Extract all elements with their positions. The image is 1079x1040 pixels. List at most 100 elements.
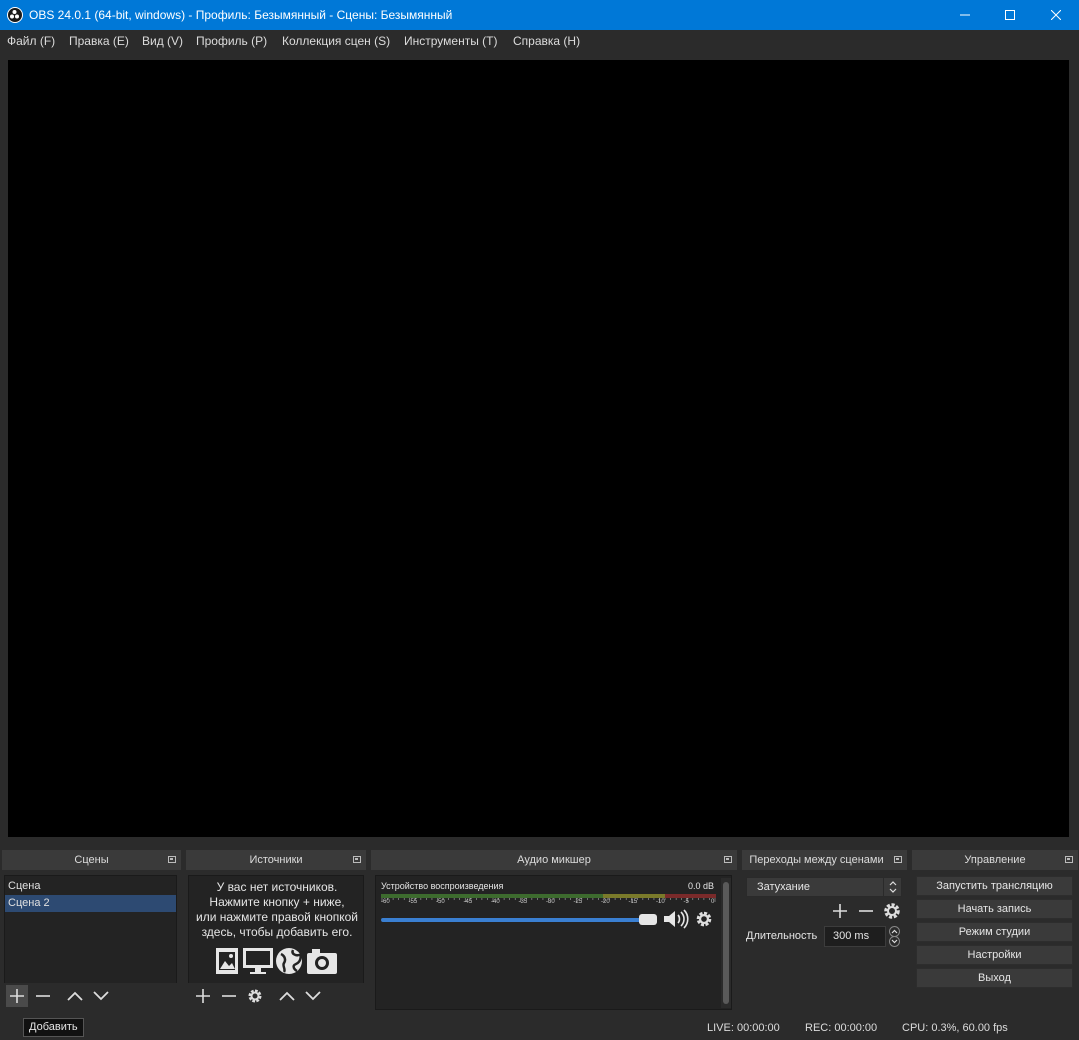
add-source-button[interactable] bbox=[192, 985, 214, 1007]
duration-label: Длительность bbox=[746, 930, 818, 942]
chevron-down-icon bbox=[93, 991, 109, 1001]
menu-view[interactable]: Вид (V) bbox=[142, 34, 183, 48]
audio-scrollbar[interactable] bbox=[721, 878, 731, 1008]
preview-canvas[interactable] bbox=[8, 60, 1069, 837]
scenes-title-label: Сцены bbox=[74, 854, 109, 866]
sources-dock-title: Источники bbox=[186, 850, 366, 870]
image-icon bbox=[216, 948, 238, 974]
maximize-icon bbox=[1005, 10, 1015, 20]
meter-scale-label: -25 bbox=[573, 899, 583, 905]
move-source-down-button[interactable] bbox=[302, 985, 324, 1007]
settings-button[interactable]: Настройки bbox=[916, 945, 1073, 965]
minus-icon bbox=[36, 995, 50, 997]
monitor-icon bbox=[243, 948, 273, 974]
meter-scale-label: -40 bbox=[491, 899, 500, 905]
undock-icon[interactable] bbox=[894, 856, 902, 863]
duration-input[interactable]: 300 ms bbox=[824, 926, 886, 947]
title-bar: OBS 24.0.1 (64-bit, windows) - Профиль: … bbox=[0, 0, 1079, 30]
audio-dock-title: Аудио микшер bbox=[371, 850, 737, 870]
remove-source-button[interactable] bbox=[218, 985, 240, 1007]
minus-icon bbox=[222, 995, 236, 997]
menu-scene-collection[interactable]: Коллекция сцен (S) bbox=[282, 34, 390, 48]
minimize-button[interactable] bbox=[942, 0, 988, 30]
remove-scene-button[interactable] bbox=[32, 985, 54, 1007]
minus-icon bbox=[859, 910, 873, 912]
meter-scale: -60 -55 -50 -45 -40 -35 -30 -25 -20 -15 -10 -5 0 bbox=[381, 899, 721, 907]
gear-icon[interactable] bbox=[695, 910, 713, 928]
audio-title-label: Аудио микшер bbox=[517, 854, 591, 866]
add-transition-button[interactable] bbox=[829, 900, 851, 922]
gear-icon bbox=[884, 903, 900, 919]
status-bar: LIVE: 00:00:00 REC: 00:00:00 CPU: 0.3%, … bbox=[0, 1015, 1079, 1040]
minimize-icon bbox=[960, 14, 970, 16]
updown-arrow-icon bbox=[883, 878, 901, 896]
plus-icon bbox=[833, 904, 847, 918]
exit-button[interactable]: Выход bbox=[916, 968, 1073, 988]
meter-scale-label: -35 bbox=[518, 899, 528, 905]
undock-icon[interactable] bbox=[168, 856, 176, 863]
menu-file[interactable]: Файл (F) bbox=[7, 34, 55, 48]
source-properties-button[interactable] bbox=[244, 985, 266, 1007]
start-streaming-button[interactable]: Запустить трансляцию bbox=[916, 876, 1073, 896]
chevron-down-icon bbox=[305, 991, 321, 1001]
undock-icon[interactable] bbox=[1065, 856, 1073, 863]
studio-mode-button[interactable]: Режим студии bbox=[916, 922, 1073, 942]
window-title: OBS 24.0.1 (64-bit, windows) - Профиль: … bbox=[29, 8, 453, 22]
meter-scale-label: -50 bbox=[436, 899, 445, 905]
meter-scale-label: -60 bbox=[381, 899, 390, 905]
move-source-up-button[interactable] bbox=[276, 985, 298, 1007]
scenes-toolbar bbox=[4, 983, 177, 1009]
duration-spinner[interactable] bbox=[887, 926, 902, 947]
sources-title-label: Источники bbox=[249, 854, 303, 866]
maximize-button[interactable] bbox=[987, 0, 1033, 30]
source-type-icons bbox=[215, 946, 339, 976]
move-scene-down-button[interactable] bbox=[90, 985, 112, 1007]
sources-list[interactable]: У вас нет источников. Нажмите кнопку + н… bbox=[188, 875, 364, 984]
audio-device-name: Устройство воспроизведения bbox=[381, 881, 504, 891]
meter-scale-label: -45 bbox=[463, 899, 473, 905]
speaker-icon[interactable] bbox=[663, 909, 689, 929]
close-button[interactable] bbox=[1033, 0, 1079, 30]
volume-slider-handle[interactable] bbox=[639, 914, 657, 925]
audio-level-label: 0.0 dB bbox=[688, 881, 715, 891]
rec-status: REC: 00:00:00 bbox=[805, 1022, 878, 1034]
cpu-status: CPU: 0.3%, 60.00 fps bbox=[902, 1022, 1008, 1034]
tooltip: Добавить bbox=[23, 1018, 84, 1037]
spinner-arrows-icon bbox=[889, 926, 900, 947]
menu-edit[interactable]: Правка (E) bbox=[69, 34, 129, 48]
move-scene-up-button[interactable] bbox=[64, 985, 86, 1007]
scene-item-selected[interactable]: Сцена 2 bbox=[5, 895, 176, 912]
volume-slider[interactable] bbox=[381, 918, 657, 922]
transition-select[interactable]: Затухание bbox=[746, 877, 902, 897]
menu-profile[interactable]: Профиль (P) bbox=[196, 34, 267, 48]
controls-dock-title: Управление bbox=[912, 850, 1078, 870]
meter-scale-label: -10 bbox=[656, 899, 665, 905]
plus-icon bbox=[196, 989, 210, 1003]
scenes-list[interactable]: Сцена Сцена 2 bbox=[4, 875, 177, 984]
meter-scale-label: -20 bbox=[601, 899, 610, 905]
remove-transition-button[interactable] bbox=[855, 900, 877, 922]
add-scene-button[interactable] bbox=[6, 985, 28, 1007]
plus-icon bbox=[10, 989, 24, 1003]
chevron-up-icon bbox=[279, 991, 295, 1001]
start-recording-button[interactable]: Начать запись bbox=[916, 899, 1073, 919]
scene-item[interactable]: Сцена bbox=[5, 878, 176, 895]
undock-icon[interactable] bbox=[353, 856, 361, 863]
controls-title-label: Управление bbox=[964, 854, 1026, 866]
sources-empty-message: У вас нет источников. Нажмите кнопку + н… bbox=[196, 880, 358, 939]
transitions-dock-title: Переходы между сценами bbox=[742, 850, 907, 870]
scrollbar-thumb[interactable] bbox=[723, 882, 729, 1004]
menu-bar: Файл (F) Правка (E) Вид (V) Профиль (P) … bbox=[0, 30, 1079, 52]
sources-toolbar bbox=[188, 983, 364, 1009]
transition-properties-button[interactable] bbox=[881, 900, 903, 922]
transition-selected-value: Затухание bbox=[757, 881, 811, 893]
chevron-up-icon bbox=[67, 991, 83, 1001]
menu-help[interactable]: Справка (H) bbox=[513, 34, 580, 48]
audio-mixer-panel: Устройство воспроизведения 0.0 dB -60 -55… bbox=[375, 875, 732, 1010]
menu-tools[interactable]: Инструменты (T) bbox=[404, 34, 497, 48]
live-status: LIVE: 00:00:00 bbox=[707, 1022, 780, 1034]
meter-scale-label: 0 bbox=[711, 899, 715, 905]
transitions-title-label: Переходы между сценами bbox=[749, 854, 884, 866]
undock-icon[interactable] bbox=[724, 856, 732, 863]
globe-icon bbox=[276, 948, 302, 974]
